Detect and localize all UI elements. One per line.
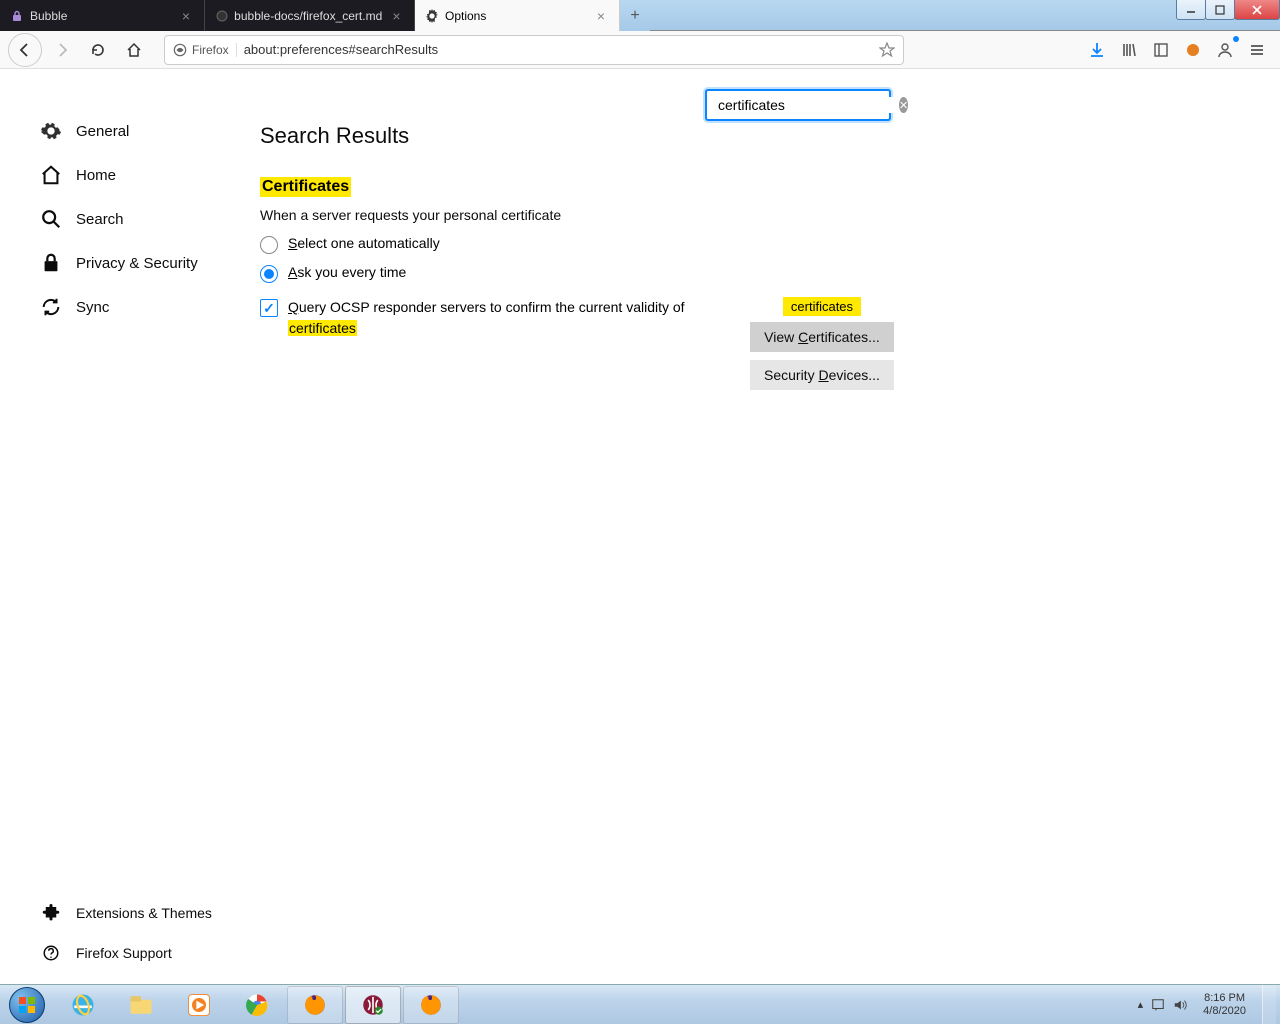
lock-icon: [10, 9, 24, 23]
sidebar-item-sync[interactable]: Sync: [40, 285, 220, 329]
clock-date: 4/8/2020: [1203, 1005, 1246, 1018]
sidebar-item-privacy[interactable]: Privacy & Security: [40, 241, 220, 285]
show-desktop-button[interactable]: [1262, 985, 1276, 1025]
account-icon[interactable]: [1210, 35, 1240, 65]
close-window-button[interactable]: [1234, 0, 1280, 20]
close-icon[interactable]: ×: [178, 8, 194, 24]
tab-label: Bubble: [30, 9, 67, 23]
menu-icon[interactable]: [1242, 35, 1272, 65]
reload-button[interactable]: [82, 34, 114, 66]
certificates-heading: Certificates: [260, 177, 351, 197]
library-icon[interactable]: [1114, 35, 1144, 65]
radio-label: Ask you every time: [288, 264, 406, 280]
taskbar-explorer[interactable]: [113, 986, 169, 1024]
sidebar-item-general[interactable]: General: [40, 109, 220, 153]
close-icon[interactable]: ×: [593, 8, 609, 24]
taskbar-firefox-2[interactable]: [403, 986, 459, 1024]
taskbar-firefox-1[interactable]: [287, 986, 343, 1024]
sync-icon: [40, 296, 62, 318]
preferences-content: General Home Search Privacy & Security S…: [0, 69, 1280, 984]
title-bar: Bubble × bubble-docs/firefox_cert.md a ×…: [0, 0, 1280, 31]
preferences-main: Search Results Certificates When a serve…: [220, 69, 920, 984]
clock-time: 8:16 PM: [1203, 992, 1246, 1005]
radio-ask-every-time[interactable]: Ask you every time: [260, 264, 880, 283]
sidebar-item-label: Extensions & Themes: [76, 905, 212, 921]
tray-action-center-icon[interactable]: [1151, 998, 1165, 1012]
browser-tab-bubble[interactable]: Bubble ×: [0, 0, 205, 31]
sidebar-item-extensions[interactable]: Extensions & Themes: [40, 902, 212, 924]
help-icon: [40, 942, 62, 964]
browser-tab-docs[interactable]: bubble-docs/firefox_cert.md a ×: [205, 0, 415, 31]
puzzle-icon: [40, 902, 62, 924]
sidebar-item-label: Sync: [76, 299, 109, 316]
identity-box[interactable]: Firefox: [173, 43, 237, 57]
preferences-sidebar: General Home Search Privacy & Security S…: [0, 69, 220, 984]
sidebar-toggle-icon[interactable]: [1146, 35, 1176, 65]
taskbar-mediaplayer[interactable]: [171, 986, 227, 1024]
taskbar-chrome[interactable]: [229, 986, 285, 1024]
gear-icon: [425, 9, 439, 23]
maximize-button[interactable]: [1205, 0, 1235, 20]
nav-toolbar: Firefox about:preferences#searchResults: [0, 31, 1280, 69]
search-icon: [40, 208, 62, 230]
home-button[interactable]: [118, 34, 150, 66]
tray-chevron-icon[interactable]: ▴: [1138, 998, 1144, 1011]
back-button[interactable]: [8, 33, 42, 67]
windows-taskbar: ▴ 8:16 PM 4/8/2020: [0, 984, 1280, 1024]
sidebar-item-search[interactable]: Search: [40, 197, 220, 241]
minimize-button[interactable]: [1176, 0, 1206, 20]
tray-volume-icon[interactable]: [1173, 998, 1187, 1012]
page-title: Search Results: [260, 123, 880, 149]
url-text: about:preferences#searchResults: [244, 42, 879, 57]
bookmark-star-icon[interactable]: [879, 42, 895, 58]
tabs-strip: Bubble × bubble-docs/firefox_cert.md a ×…: [0, 0, 650, 31]
lock-icon: [40, 252, 62, 274]
windows-logo-icon: [9, 987, 45, 1023]
taskbar-ie[interactable]: [55, 986, 111, 1024]
downloads-icon[interactable]: [1082, 35, 1112, 65]
sidebar-item-label: Home: [76, 167, 116, 184]
radio-label: Select one automatically: [288, 235, 440, 251]
browser-tab-options[interactable]: Options ×: [415, 0, 620, 31]
new-tab-button[interactable]: +: [620, 0, 650, 31]
taskbar-app-active[interactable]: [345, 986, 401, 1024]
file-icon: [215, 9, 228, 23]
address-bar[interactable]: Firefox about:preferences#searchResults: [164, 35, 904, 65]
close-icon[interactable]: ×: [389, 8, 404, 24]
sidebar-item-label: Privacy & Security: [76, 255, 198, 272]
toolbar-right: [1082, 35, 1272, 65]
radio-icon[interactable]: [260, 236, 278, 254]
gear-icon: [40, 120, 62, 142]
firefox-logo-icon: [173, 43, 187, 57]
sidebar-item-label: Search: [76, 211, 124, 228]
sidebar-bottom: Extensions & Themes Firefox Support: [40, 902, 212, 964]
system-tray: ▴ 8:16 PM 4/8/2020: [1138, 985, 1280, 1025]
window-controls: [1177, 0, 1280, 30]
identity-label: Firefox: [192, 43, 229, 57]
taskbar-clock[interactable]: 8:16 PM 4/8/2020: [1195, 992, 1254, 1018]
sidebar-item-label: General: [76, 123, 129, 140]
forward-button[interactable]: [46, 34, 78, 66]
tab-label: bubble-docs/firefox_cert.md a: [234, 9, 383, 23]
radio-icon[interactable]: [260, 265, 278, 283]
checkbox-label: Query OCSP responder servers to confirm …: [288, 297, 708, 339]
home-icon: [40, 164, 62, 186]
checkbox-ocsp[interactable]: ✓ Query OCSP responder servers to confir…: [260, 297, 880, 339]
tab-label: Options: [445, 9, 486, 23]
sidebar-item-support[interactable]: Firefox Support: [40, 942, 212, 964]
sidebar-item-home[interactable]: Home: [40, 153, 220, 197]
checkbox-icon[interactable]: ✓: [260, 299, 278, 317]
start-button[interactable]: [0, 985, 54, 1025]
extension-icon[interactable]: [1178, 35, 1208, 65]
certificates-subheading: When a server requests your personal cer…: [260, 207, 880, 223]
radio-select-automatically[interactable]: Select one automatically: [260, 235, 880, 254]
sidebar-item-label: Firefox Support: [76, 945, 172, 961]
